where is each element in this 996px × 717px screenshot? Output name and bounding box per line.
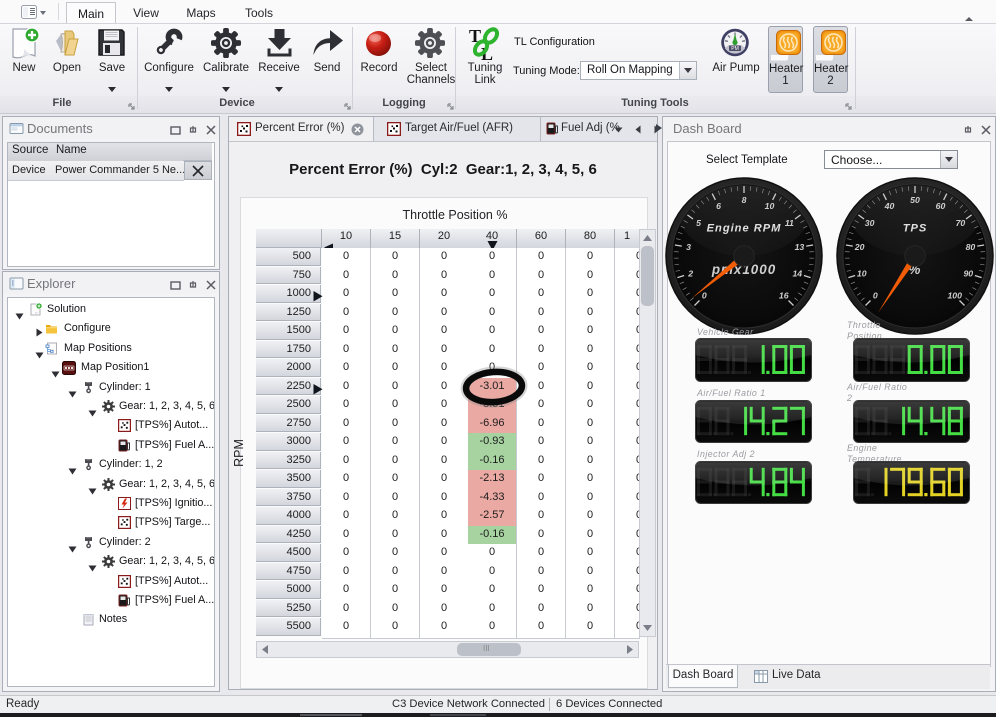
svg-text:0: 0 (873, 291, 878, 301)
svg-text:50: 50 (910, 195, 920, 205)
svg-text:3: 3 (686, 242, 691, 252)
svg-text:16: 16 (779, 291, 789, 301)
svg-text:10: 10 (765, 201, 775, 211)
svg-text:70: 70 (956, 218, 966, 228)
svg-text:2: 2 (687, 268, 693, 278)
svg-text:TPS: TPS (903, 223, 928, 235)
svg-text:13: 13 (795, 242, 805, 252)
svg-text:8: 8 (742, 195, 747, 205)
svg-text:6: 6 (716, 201, 721, 211)
svg-text:80: 80 (966, 242, 976, 252)
svg-text:Engine RPM: Engine RPM (707, 223, 782, 235)
svg-text:11: 11 (785, 218, 794, 228)
svg-text:20: 20 (854, 242, 865, 252)
svg-text:0: 0 (702, 291, 707, 301)
svg-text:90: 90 (963, 268, 973, 278)
svg-text:5: 5 (696, 218, 701, 228)
svg-text:10: 10 (857, 268, 867, 278)
svg-text:100: 100 (947, 291, 962, 301)
svg-text:PM: PM (731, 46, 739, 52)
svg-text:14: 14 (792, 268, 802, 278)
svg-text:30: 30 (865, 218, 875, 228)
svg-text:60: 60 (936, 201, 946, 211)
svg-text:40: 40 (884, 201, 895, 211)
